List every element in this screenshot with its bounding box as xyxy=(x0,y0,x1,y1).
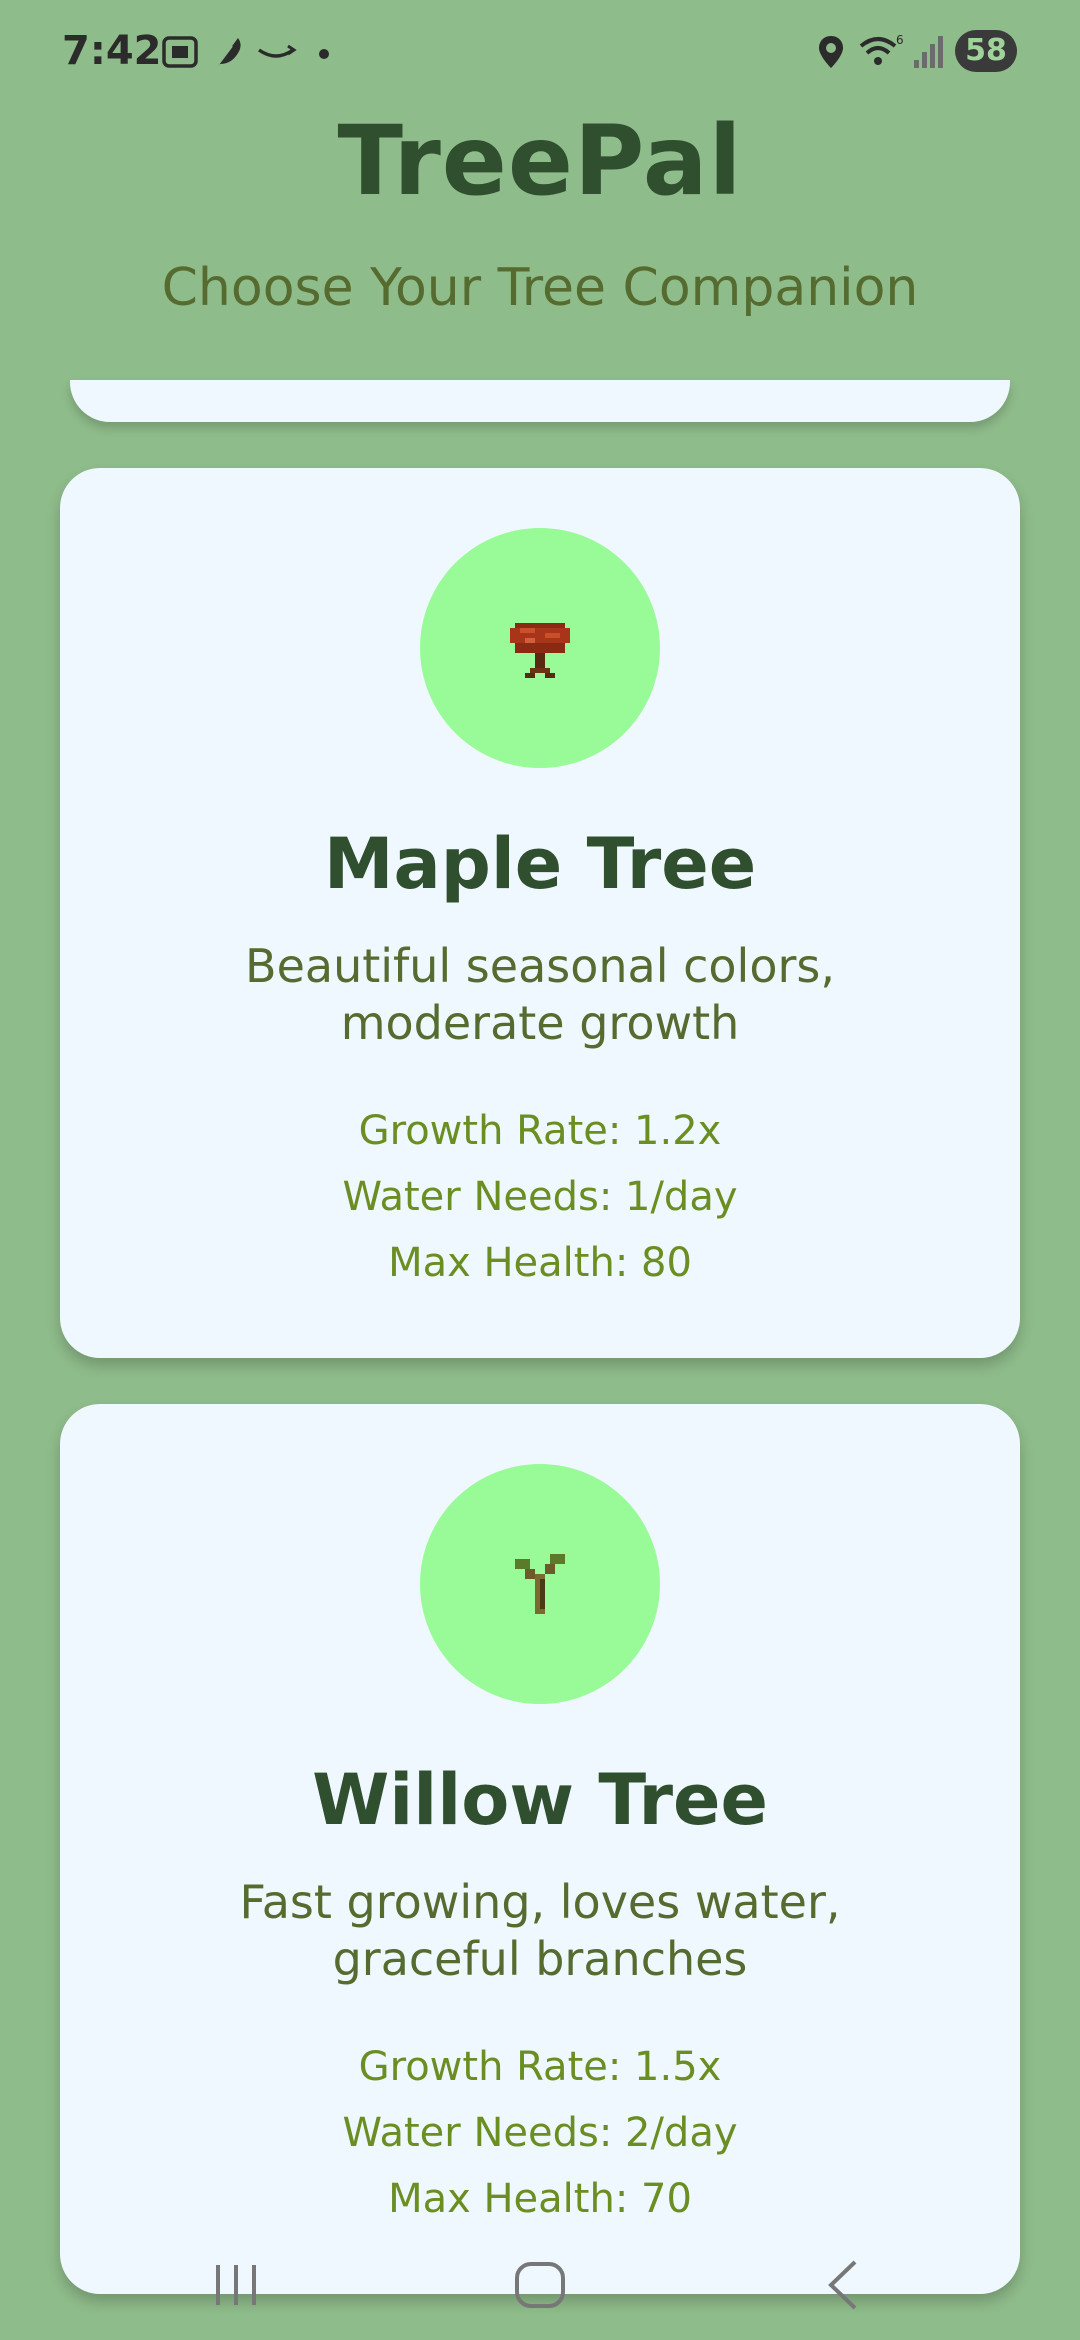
dot-icon xyxy=(319,49,329,59)
feather-icon xyxy=(213,38,241,71)
back-button[interactable] xyxy=(803,2240,883,2330)
tree-description: Beautiful seasonal colors, moderate grow… xyxy=(245,939,835,1050)
svg-text:6: 6 xyxy=(896,33,904,47)
water-needs: Water Needs: 2/day xyxy=(342,2110,738,2156)
navigation-bar xyxy=(0,2220,1080,2340)
tree-avatar xyxy=(420,1464,660,1704)
tree-name: Willow Tree xyxy=(312,1759,768,1841)
tree-name: Maple Tree xyxy=(323,823,757,905)
home-button[interactable] xyxy=(500,2240,580,2330)
max-health: Max Health: 70 xyxy=(388,2176,692,2222)
max-health: Max Health: 80 xyxy=(388,1240,692,1286)
willow-sapling-icon xyxy=(515,1554,565,1614)
app-subtitle: Choose Your Tree Companion xyxy=(161,258,919,318)
maple-tree-icon xyxy=(510,623,570,678)
battery-icon: 58 xyxy=(955,30,1017,72)
growth-rate: Growth Rate: 1.2x xyxy=(358,1108,722,1154)
location-icon xyxy=(819,36,843,68)
status-time: 7:42 xyxy=(62,28,162,74)
signal-icon xyxy=(914,36,943,68)
tree-card-willow[interactable]: Willow Tree Fast growing, loves water, g… xyxy=(60,1404,1020,2294)
amazon-smile-icon xyxy=(257,44,297,58)
tree-description: Fast growing, loves water, graceful bran… xyxy=(239,1875,841,1986)
status-bar: 7:42 6 58 xyxy=(0,0,1080,105)
water-needs: Water Needs: 1/day xyxy=(342,1174,738,1220)
app-title: TreePal xyxy=(337,105,743,217)
tree-avatar xyxy=(420,528,660,768)
tree-card-maple[interactable]: Maple Tree Beautiful seasonal colors, mo… xyxy=(60,468,1020,1358)
wifi-icon: 6 xyxy=(859,33,904,65)
tree-card-previous[interactable] xyxy=(70,380,1010,422)
growth-rate: Growth Rate: 1.5x xyxy=(358,2044,722,2090)
tree-selection-screen: 7:42 6 58 TreePal Choose Your Tree Compa… xyxy=(0,0,1080,2340)
recent-apps-button[interactable] xyxy=(198,2240,278,2330)
screenshot-icon xyxy=(162,36,198,68)
